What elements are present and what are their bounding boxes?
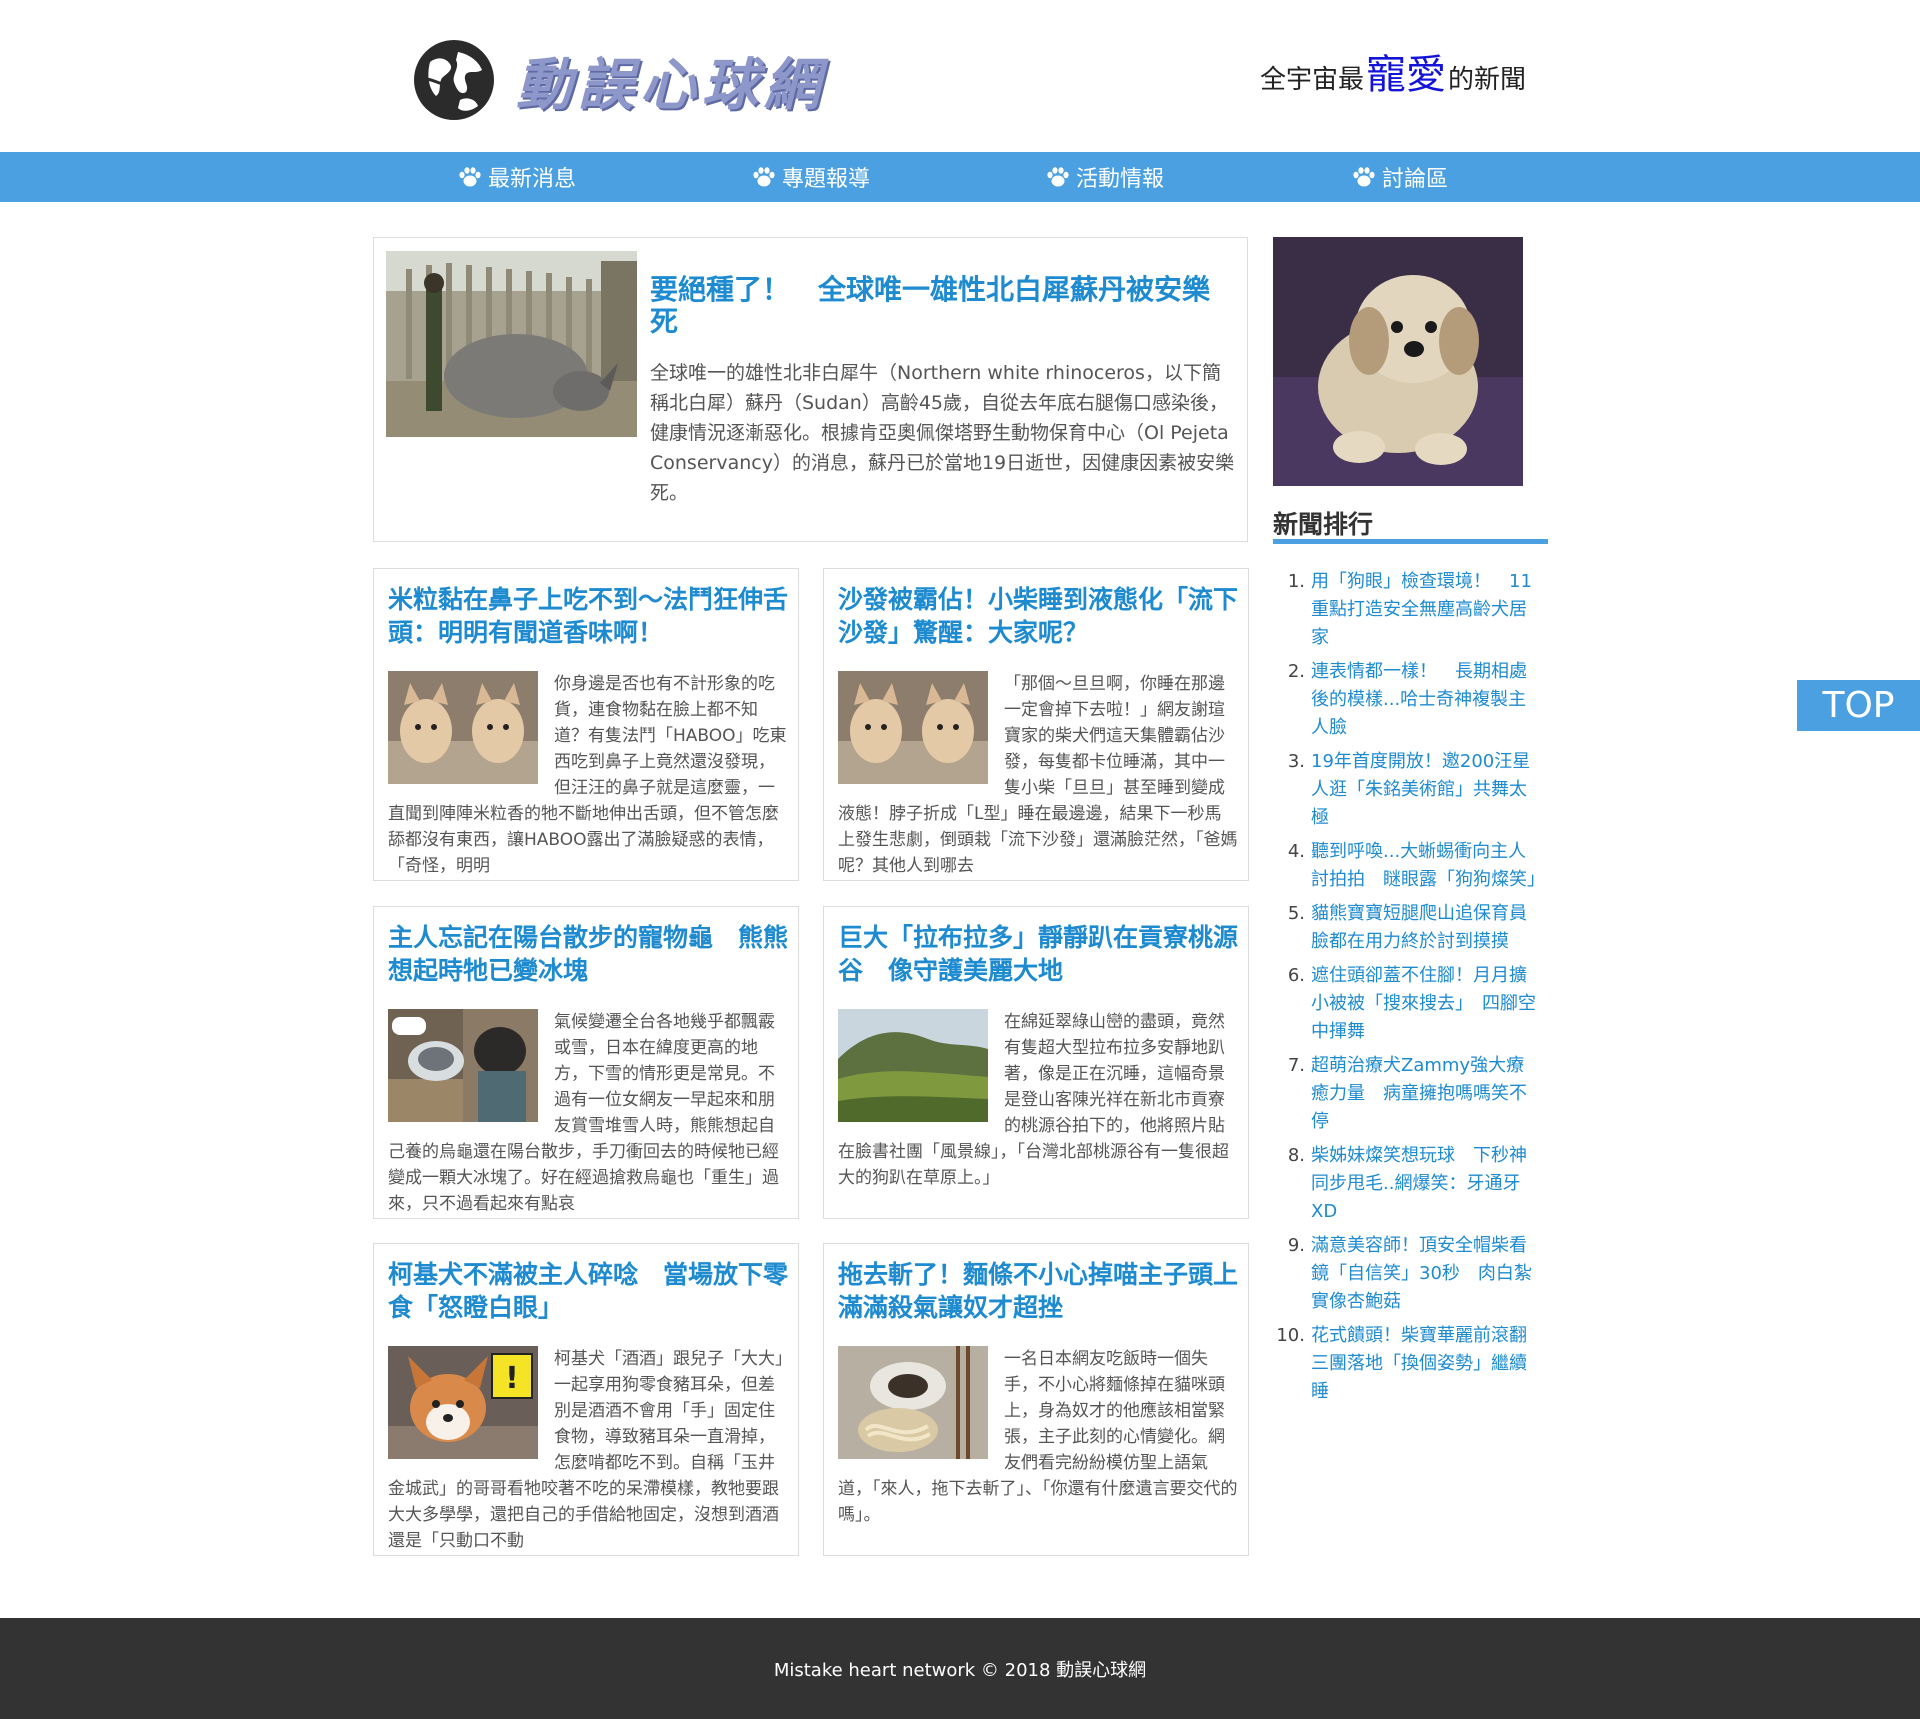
frenchie-photo[interactable] [838, 671, 988, 784]
rank-link[interactable]: 19年首度開放！邀200汪星人逛「朱銘美術館」共舞太極 [1311, 748, 1541, 832]
rank-item: 4. 聽到呼喚...大蜥蜴衝向主人討拍拍 瞇眼露「狗狗燦笑」 [1273, 838, 1548, 894]
nav-item-latest-news[interactable]: 最新消息 [458, 152, 576, 202]
rank-number: 5. [1287, 903, 1305, 924]
site-header: 動誤心球網 全宇宙最 寵愛 的新聞 [0, 0, 1920, 152]
rank-link[interactable]: 用「狗眼」檢查環境！ 11重點打造安全無塵高齡犬居家 [1311, 568, 1541, 652]
article-title[interactable]: 米粒黏在鼻子上吃不到～法鬥狂伸舌頭：明明有聞道香味啊！ [388, 583, 788, 649]
rank-list: 1. 用「狗眼」檢查環境！ 11重點打造安全無塵高齡犬居家 2. 連表情都一樣！ 長… [1273, 568, 1548, 1412]
rank-number: 1. [1287, 571, 1305, 592]
frenchie-photo[interactable] [388, 671, 538, 784]
slogan: 全宇宙最 寵愛 的新聞 [1260, 42, 1526, 100]
rank-link[interactable]: 超萌治療犬Zammy強大療癒力量 病童擁抱嗎嗎笑不停 [1311, 1052, 1541, 1136]
rank-title: 新聞排行 [1273, 510, 1374, 539]
rank-link[interactable]: 聽到呼喚...大蜥蜴衝向主人討拍拍 瞇眼露「狗狗燦笑」 [1311, 838, 1545, 894]
rank-item: 2. 連表情都一樣！ 長期相處後的模樣...哈士奇神複製主人臉 [1273, 658, 1548, 742]
article-title[interactable]: 沙發被霸佔！小柴睡到液態化「流下沙發」驚醒：大家呢？ [838, 583, 1238, 649]
slogan-prefix: 全宇宙最 [1260, 65, 1365, 95]
rank-item: 3. 19年首度開放！邀200汪星人逛「朱銘美術館」共舞太極 [1273, 748, 1548, 832]
rank-item: 8. 柴姊妹燦笑想玩球 下秒神同步甩毛..網爆笑：牙通牙XD [1273, 1142, 1548, 1226]
article-title[interactable]: 柯基犬不滿被主人碎唸 當場放下零食「怒瞪白眼」 [388, 1258, 788, 1324]
site-footer: Mistake heart network © 2018 動誤心球網 [0, 1618, 1920, 1719]
rank-number: 2. [1287, 661, 1305, 682]
article-title[interactable]: 拖去斬了！麵條不小心掉喵主子頭上 滿滿殺氣讓奴才超挫 [838, 1258, 1248, 1324]
rank-number: 10. [1276, 1325, 1305, 1346]
article-card: 沙發被霸佔！小柴睡到液態化「流下沙發」驚醒：大家呢？ 「那個～旦旦啊，你睡在那邊… [823, 568, 1249, 881]
footer-text: Mistake heart network © 2018 動誤心球網 [773, 1659, 1147, 1681]
rank-number: 9. [1287, 1235, 1305, 1256]
main-nav: 最新消息 專題報導 活動情報 討論區 [0, 152, 1920, 202]
article-card: 拖去斬了！麵條不小心掉喵主子頭上 滿滿殺氣讓奴才超挫 一名日本網友吃飯時一個失手… [823, 1243, 1249, 1556]
article-card: 米粒黏在鼻子上吃不到～法鬥狂伸舌頭：明明有聞道香味啊！ 你身邊是否也有不計形象的… [373, 568, 799, 881]
slogan-highlight: 寵愛 [1366, 52, 1447, 98]
globe-icon [414, 40, 494, 120]
rank-link[interactable]: 滿意美容師！頂安全帽柴看鏡「自信笑」30秒 肉白紮實像杏鮑菇 [1311, 1232, 1541, 1316]
rank-item: 1. 用「狗眼」檢查環境！ 11重點打造安全無塵高齡犬居家 [1273, 568, 1548, 652]
rank-link[interactable]: 連表情都一樣！ 長期相處後的模樣...哈士奇神複製主人臉 [1311, 658, 1541, 742]
rank-item: 6. 遮住頭卻蓋不住腳！月月擴小被被「搜來搜去」 四腳空中揮舞 [1273, 962, 1548, 1046]
feature-title[interactable]: 要絕種了！ 全球唯一雄性北白犀蘇丹被安樂死 [650, 274, 1230, 338]
rhino-photo[interactable] [386, 251, 637, 437]
rank-item: 5. 貓熊寶寶短腿爬山追保育員 臉都在用力終於討到摸摸 [1273, 900, 1548, 956]
rank-number: 8. [1287, 1145, 1305, 1166]
nav-item-label: 最新消息 [488, 167, 577, 192]
turtle-photo[interactable] [388, 1009, 538, 1122]
site-logo[interactable]: 動誤心球網 [412, 38, 826, 122]
rank-item: 7. 超萌治療犬Zammy強大療癒力量 病童擁抱嗎嗎笑不停 [1273, 1052, 1548, 1136]
feature-article: 要絕種了！ 全球唯一雄性北白犀蘇丹被安樂死 全球唯一的雄性北非白犀牛（North… [373, 237, 1248, 542]
back-to-top-button[interactable]: TOP [1797, 680, 1920, 731]
site-name: 動誤心球網 [516, 51, 826, 118]
nav-item-forum[interactable]: 討論區 [1352, 152, 1448, 202]
nav-item-label: 活動情報 [1076, 167, 1165, 192]
noodle-photo[interactable] [838, 1346, 988, 1459]
paw-icon [1047, 167, 1069, 187]
paw-icon [459, 167, 481, 187]
landscape-photo[interactable] [838, 1009, 988, 1122]
paw-icon [1353, 167, 1375, 187]
nav-item-label: 討論區 [1382, 167, 1449, 192]
article-card: 主人忘記在陽台散步的寵物龜 熊熊想起時牠已變冰塊 氣候變遷全台各地幾乎都飄霰或雪… [373, 906, 799, 1219]
rank-item: 9. 滿意美容師！頂安全帽柴看鏡「自信笑」30秒 肉白紮實像杏鮑菇 [1273, 1232, 1548, 1316]
rank-divider [1273, 539, 1548, 544]
article-card: 巨大「拉布拉多」靜靜趴在貢寮桃源谷 像守護美麗大地 在綿延翠綠山巒的盡頭，竟然有… [823, 906, 1249, 1219]
nav-item-label: 專題報導 [782, 167, 871, 192]
slogan-suffix: 的新聞 [1448, 65, 1527, 95]
rank-number: 6. [1287, 965, 1305, 986]
paw-icon [753, 167, 775, 187]
corgi-photo[interactable]: ! [388, 1346, 538, 1459]
rank-link[interactable]: 遮住頭卻蓋不住腳！月月擴小被被「搜來搜去」 四腳空中揮舞 [1311, 962, 1541, 1046]
rank-number: 7. [1287, 1055, 1305, 1076]
svg-text:!: ! [505, 1361, 519, 1396]
rank-link[interactable]: 貓熊寶寶短腿爬山追保育員 臉都在用力終於討到摸摸 [1311, 900, 1545, 956]
nav-item-events[interactable]: 活動情報 [1046, 152, 1164, 202]
rank-item: 10. 花式饋頭！柴寶華麗前滾翻 三團落地「換個姿勢」繼續睡 [1273, 1322, 1548, 1406]
article-title[interactable]: 巨大「拉布拉多」靜靜趴在貢寮桃源谷 像守護美麗大地 [838, 921, 1238, 987]
rank-number: 3. [1287, 751, 1305, 772]
rank-link[interactable]: 柴姊妹燦笑想玩球 下秒神同步甩毛..網爆笑：牙通牙XD [1311, 1142, 1541, 1226]
article-card: 柯基犬不滿被主人碎唸 當場放下零食「怒瞪白眼」 ! 柯基犬「酒酒」跟兒子「大大」… [373, 1243, 799, 1556]
nav-item-features[interactable]: 專題報導 [752, 152, 870, 202]
rank-link[interactable]: 花式饋頭！柴寶華麗前滾翻 三團落地「換個姿勢」繼續睡 [1311, 1322, 1545, 1406]
rank-number: 4. [1287, 841, 1305, 862]
article-title[interactable]: 主人忘記在陽台散步的寵物龜 熊熊想起時牠已變冰塊 [388, 921, 788, 987]
feature-text: 全球唯一的雄性北非白犀牛（Northern white rhinoceros，以… [650, 362, 1235, 504]
shihtzu-photo[interactable] [1273, 237, 1523, 486]
